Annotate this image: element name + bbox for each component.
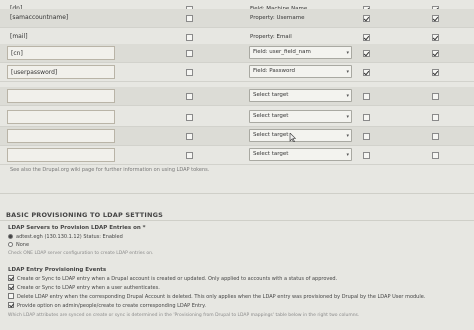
sync-on-create-checkbox[interactable]: [363, 15, 370, 22]
event-checkbox[interactable]: [8, 275, 14, 281]
sync-on-create-checkbox[interactable]: [363, 34, 370, 41]
target-select-value: Field: user_field_nam: [253, 49, 311, 55]
provisioning-event-option[interactable]: Delete LDAP entry when the corresponding…: [8, 293, 425, 302]
provisioning-event-option[interactable]: Provide option on admin/people/create to…: [8, 302, 206, 311]
mapping-row: Select target ▾: [0, 87, 474, 106]
section-rule: [0, 220, 474, 221]
chevron-down-icon: ▾: [346, 133, 349, 139]
target-select[interactable]: Select target ▾: [249, 129, 352, 142]
server-option-none[interactable]: None: [8, 241, 29, 250]
mapping-row: [userpassword] Field: Password ▾: [0, 63, 474, 82]
events-help-text: Which LDAP attributes are synced on crea…: [8, 313, 360, 318]
event-label: Create or Sync to LDAP entry when a user…: [17, 285, 160, 291]
sync-on-create-checkbox[interactable]: [363, 133, 370, 140]
target-label: Property: Email: [250, 34, 292, 40]
source-token-field: [mail]: [10, 33, 28, 40]
source-token-field[interactable]: [cn]: [7, 46, 115, 60]
target-select[interactable]: Field: user_field_nam ▾: [249, 46, 352, 59]
convert-checkbox[interactable]: [186, 114, 193, 121]
sync-on-update-checkbox[interactable]: [432, 152, 439, 159]
mapping-row: Select target ▾: [0, 127, 474, 146]
events-label: LDAP Entry Provisioning Events: [8, 267, 107, 273]
provisioning-event-option[interactable]: Create or Sync to LDAP entry when a Drup…: [8, 275, 337, 284]
source-token-field[interactable]: [7, 89, 115, 103]
target-select-value: Select target: [253, 151, 289, 157]
target-select[interactable]: Field: Password ▾: [249, 65, 352, 78]
source-token-field[interactable]: [7, 110, 115, 124]
ldap-mapping-table: [dn]Field: Machine Name[samaccountname]P…: [0, 0, 474, 193]
mapping-row: [cn] Field: user_field_nam ▾: [0, 44, 474, 63]
convert-checkbox[interactable]: [186, 152, 193, 159]
target-select-value: Select target: [253, 92, 289, 98]
servers-help-text: Check ONE LDAP server configuration to c…: [8, 251, 154, 256]
provisioning-section-title: BASIC PROVISIONING TO LDAP SETTINGS: [6, 211, 164, 219]
provisioning-event-option[interactable]: Create or Sync to LDAP entry when a user…: [8, 284, 160, 293]
chevron-down-icon: ▾: [346, 114, 349, 120]
sync-on-update-checkbox[interactable]: [432, 69, 439, 76]
target-select[interactable]: Select target ▾: [249, 110, 352, 123]
mapping-row: Select target ▾: [0, 108, 474, 127]
event-label: Provide option on admin/people/create to…: [17, 303, 206, 309]
event-checkbox[interactable]: [8, 302, 14, 308]
source-token-field: [samaccountname]: [10, 14, 69, 21]
sync-on-update-checkbox[interactable]: [432, 93, 439, 100]
sync-on-update-checkbox[interactable]: [432, 50, 439, 57]
chevron-down-icon: ▾: [346, 50, 349, 56]
servers-label: LDAP Servers to Provision LDAP Entries o…: [8, 225, 146, 231]
convert-checkbox[interactable]: [186, 15, 193, 22]
target-select-value: Select target: [253, 132, 289, 138]
target-select-value: Field: Password: [253, 68, 295, 74]
sync-on-update-checkbox[interactable]: [432, 114, 439, 121]
convert-checkbox[interactable]: [186, 133, 193, 140]
convert-checkbox[interactable]: [186, 93, 193, 100]
target-label: Property: Username: [250, 15, 305, 21]
ldap-user-settings-page: [dn]Field: Machine Name[samaccountname]P…: [0, 0, 474, 330]
mouse-cursor-icon: [289, 133, 296, 142]
sync-on-update-checkbox[interactable]: [432, 133, 439, 140]
server-radio[interactable]: [8, 234, 13, 239]
sync-on-create-checkbox[interactable]: [363, 152, 370, 159]
section-divider: [0, 193, 474, 194]
event-label: Create or Sync to LDAP entry when a Drup…: [17, 276, 338, 282]
server-option-label: adtest.egh (130.130.1.12) Status: Enable…: [16, 234, 123, 240]
sync-on-update-checkbox[interactable]: [432, 34, 439, 41]
none-radio[interactable]: [8, 242, 13, 247]
target-select[interactable]: Select target ▾: [249, 148, 352, 161]
sync-on-create-checkbox[interactable]: [363, 114, 370, 121]
mapping-row: Select target ▾: [0, 146, 474, 165]
target-select[interactable]: Select target ▾: [249, 89, 352, 102]
source-token-field[interactable]: [userpassword]: [7, 65, 115, 79]
sync-on-create-checkbox[interactable]: [363, 93, 370, 100]
target-select-value: Select target: [253, 113, 289, 119]
none-option-label: None: [16, 242, 30, 248]
event-checkbox[interactable]: [8, 284, 14, 290]
chevron-down-icon: ▾: [346, 93, 349, 99]
source-token-field[interactable]: [7, 129, 115, 143]
chevron-down-icon: ▾: [346, 69, 349, 75]
tokens-help-text: See also the Drupal.org wiki page for fu…: [10, 167, 210, 173]
event-label: Delete LDAP entry when the corresponding…: [17, 294, 426, 300]
sync-on-create-checkbox[interactable]: [363, 50, 370, 57]
convert-checkbox[interactable]: [186, 34, 193, 41]
source-token-field[interactable]: [7, 148, 115, 162]
convert-checkbox[interactable]: [186, 50, 193, 57]
mapping-row: [samaccountname] Property: Username: [0, 9, 474, 28]
chevron-down-icon: ▾: [346, 152, 349, 158]
sync-on-create-checkbox[interactable]: [363, 69, 370, 76]
sync-on-update-checkbox[interactable]: [432, 15, 439, 22]
event-checkbox[interactable]: [8, 293, 14, 299]
convert-checkbox[interactable]: [186, 69, 193, 76]
